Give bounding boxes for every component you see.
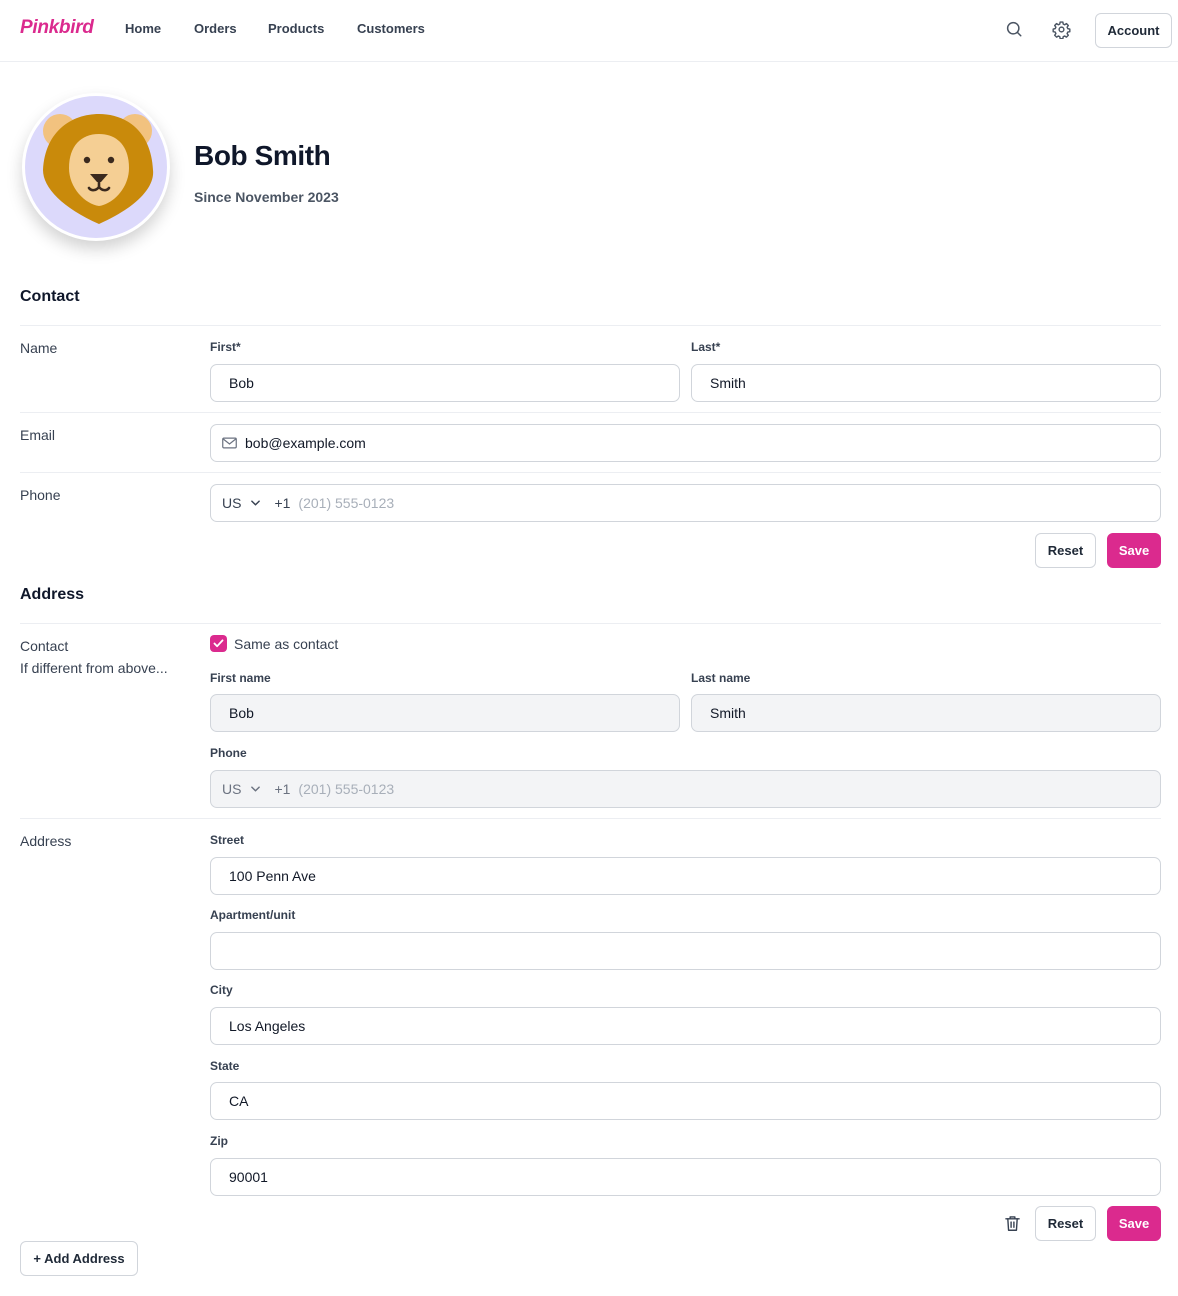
email-row-label: Email <box>20 427 56 443</box>
email-input[interactable]: bob@example.com <box>210 424 1161 462</box>
nav-link-products[interactable]: Products <box>268 21 324 36</box>
dial-code: +1 <box>274 495 291 511</box>
divider <box>20 623 1161 624</box>
address-row-label: Address <box>20 833 72 849</box>
contact-save-button[interactable]: Save <box>1107 533 1161 568</box>
address-contact-sublabel: If different from above... <box>20 660 168 676</box>
divider <box>20 472 1161 473</box>
check-icon <box>213 639 224 648</box>
last-name-label: Last* <box>691 340 721 354</box>
address-first-name-value: Bob <box>229 705 254 721</box>
profile-since-date: Since November 2023 <box>194 189 339 205</box>
address-first-name-input: Bob <box>210 694 680 732</box>
phone-placeholder: (201) 555-0123 <box>298 495 395 511</box>
add-address-button[interactable]: + Add Address <box>20 1241 138 1276</box>
city-value: Los Angeles <box>229 1018 306 1034</box>
address-country-select: US <box>222 781 261 797</box>
address-save-button[interactable]: Save <box>1107 1206 1161 1241</box>
address-phone-placeholder: (201) 555-0123 <box>298 781 395 797</box>
last-name-value: Smith <box>710 375 746 391</box>
street-input[interactable]: 100 Penn Ave <box>210 857 1161 895</box>
apartment-label: Apartment/unit <box>210 908 296 922</box>
search-icon[interactable] <box>1003 18 1025 40</box>
state-label: State <box>210 1059 240 1073</box>
name-row-label: Name <box>20 340 58 356</box>
lion-avatar-icon <box>22 93 170 241</box>
contact-reset-button[interactable]: Reset <box>1035 533 1096 568</box>
state-input[interactable]: CA <box>210 1082 1161 1120</box>
zip-label: Zip <box>210 1134 228 1148</box>
contact-section-title: Contact <box>20 288 80 305</box>
gear-icon[interactable] <box>1050 18 1072 40</box>
address-phone-label: Phone <box>210 746 247 760</box>
chevron-down-icon <box>251 786 261 792</box>
country-select[interactable]: US <box>222 495 261 511</box>
nav-link-customers[interactable]: Customers <box>357 21 425 36</box>
apartment-input[interactable] <box>210 932 1161 970</box>
account-button[interactable]: Account <box>1095 13 1172 48</box>
city-input[interactable]: Los Angeles <box>210 1007 1161 1045</box>
envelope-icon <box>222 437 237 449</box>
address-section-title: Address <box>20 586 85 603</box>
first-name-value: Bob <box>229 375 254 391</box>
email-value: bob@example.com <box>245 435 366 451</box>
address-last-name-label: Last name <box>691 671 751 685</box>
address-last-name-input: Smith <box>691 694 1161 732</box>
address-contact-label: Contact <box>20 638 69 654</box>
state-value: CA <box>229 1093 249 1109</box>
phone-input[interactable]: US +1 (201) 555-0123 <box>210 484 1161 522</box>
nav-link-home[interactable]: Home <box>125 21 161 36</box>
last-name-input[interactable]: Smith <box>691 364 1161 402</box>
divider <box>20 325 1161 326</box>
phone-row-label: Phone <box>20 487 61 503</box>
same-as-contact-label[interactable]: Same as contact <box>234 636 338 652</box>
country-code: US <box>222 495 242 511</box>
profile-name: Bob Smith <box>194 140 331 171</box>
street-value: 100 Penn Ave <box>229 868 316 884</box>
first-name-input[interactable]: Bob <box>210 364 680 402</box>
address-dial-code: +1 <box>274 781 291 797</box>
address-country-code: US <box>222 781 242 797</box>
nav-link-orders[interactable]: Orders <box>194 21 237 36</box>
trash-icon[interactable] <box>1002 1213 1022 1233</box>
address-phone-input: US +1 (201) 555-0123 <box>210 770 1161 808</box>
top-navigation: Pinkbird Home Orders Products Customers … <box>0 0 1178 62</box>
zip-value: 90001 <box>229 1169 268 1185</box>
first-name-label: First* <box>210 340 241 354</box>
brand-logo[interactable]: Pinkbird <box>20 17 94 39</box>
address-first-name-label: First name <box>210 671 271 685</box>
address-last-name-value: Smith <box>710 705 746 721</box>
street-label: Street <box>210 833 245 847</box>
same-as-contact-checkbox[interactable] <box>210 635 227 652</box>
divider <box>20 818 1161 819</box>
address-reset-button[interactable]: Reset <box>1035 1206 1096 1241</box>
zip-input[interactable]: 90001 <box>210 1158 1161 1196</box>
city-label: City <box>210 983 233 997</box>
divider <box>20 412 1161 413</box>
chevron-down-icon <box>251 500 261 506</box>
